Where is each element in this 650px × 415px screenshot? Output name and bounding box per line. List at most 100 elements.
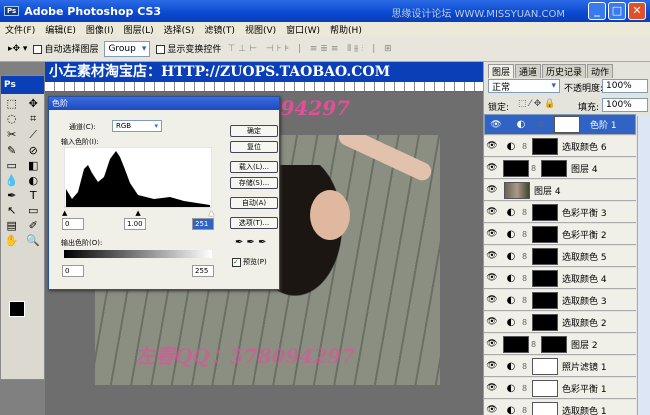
layer-mask-thumbnail	[532, 225, 558, 243]
menu-item[interactable]: 视图(V)	[240, 23, 281, 36]
link-icon: 8	[538, 120, 544, 129]
toolbox: Ps ⬚ ✥ ◌ ⌗ ✂ ⟋ ✎ ⊘ ▭ ◧ 💧 ◐ ✒ T ↖ ▭ ▤ ✐ ✋ 🔍	[0, 75, 45, 380]
layer-mask-thumbnail	[532, 357, 558, 375]
input-black[interactable]: 0	[62, 218, 84, 230]
layer-row[interactable]: 👁 ◐ 8 选取颜色 4	[484, 268, 636, 289]
visibility-eye-icon[interactable]: 👁	[484, 185, 500, 195]
load-button[interactable]: 载入(L)...	[230, 161, 278, 173]
layer-row[interactable]: 👁 ◐ 8 选取颜色 6	[484, 136, 636, 157]
layer-mask-thumbnail	[554, 116, 580, 133]
layer-row[interactable]: 👁 ◐ 8 色彩平衡 1	[484, 378, 636, 399]
menu-item[interactable]: 帮助(H)	[325, 23, 367, 36]
layer-row[interactable]: 👁 ◐ 8 色阶 1	[484, 114, 636, 135]
output-white[interactable]: 255	[192, 265, 214, 277]
visibility-eye-icon[interactable]: 👁	[484, 207, 500, 217]
site-watermark: 思缘设计论坛 WWW.MISSYUAN.COM	[391, 9, 565, 20]
input-gamma[interactable]: 1.00	[124, 218, 146, 230]
layer-row[interactable]: 👁 ◐ 8 色彩平衡 2	[484, 224, 636, 245]
foreground-color[interactable]	[9, 301, 25, 317]
layer-mask-thumbnail	[541, 159, 567, 177]
auto-button[interactable]: 自动(A)	[230, 197, 278, 209]
ok-button[interactable]: 确定	[230, 125, 278, 137]
link-icon: 8	[522, 273, 528, 283]
menu-item[interactable]: 图像(I)	[81, 23, 119, 36]
visibility-eye-icon[interactable]: 👁	[484, 317, 500, 327]
auto-select-checkbox[interactable]: 自动选择图层	[33, 42, 98, 55]
visibility-eye-icon[interactable]: 👁	[484, 229, 500, 239]
menu-item[interactable]: 图层(L)	[119, 23, 159, 36]
link-icon: 8	[531, 339, 537, 349]
layer-row[interactable]: 👁 ◐ 8 选取颜色 3	[484, 290, 636, 311]
visibility-eye-icon[interactable]: 👁	[484, 163, 500, 173]
preview-checkbox[interactable]: ✓ 预览(P)	[232, 257, 267, 267]
layer-row[interactable]: 👁 ◐ 8 选取颜色 2	[484, 312, 636, 333]
visibility-eye-icon[interactable]: 👁	[484, 273, 500, 283]
dialog-title: 色阶	[49, 97, 279, 110]
layer-thumbnail	[503, 159, 529, 177]
layer-row[interactable]: 👁 ◐ 8 选取颜色 1	[484, 400, 636, 415]
input-sliders[interactable]: ▲ ▲ ▲	[62, 209, 214, 217]
visibility-eye-icon[interactable]: 👁	[488, 120, 504, 130]
visibility-eye-icon[interactable]: 👁	[484, 339, 500, 349]
layer-name: 图层 2	[571, 340, 598, 351]
visibility-eye-icon[interactable]: 👁	[484, 295, 500, 305]
opacity-input[interactable]: 100%	[602, 79, 648, 93]
blend-mode-select[interactable]: 正常 ▾	[488, 79, 560, 93]
layer-name: 照片滤镜 1	[562, 362, 607, 373]
move-tool-icon[interactable]: ▸✥ ▾	[8, 44, 27, 54]
visibility-eye-icon[interactable]: 👁	[484, 405, 500, 415]
adjustment-icon: ◐	[506, 272, 516, 284]
panel-tab[interactable]: 图层	[488, 64, 515, 78]
visibility-eye-icon[interactable]: 👁	[484, 251, 500, 261]
eyedropper-icons[interactable]: ✒ ✒ ✒	[235, 237, 267, 248]
reset-button[interactable]: 复位	[230, 141, 278, 153]
channel-select[interactable]: RGB ▾	[112, 120, 162, 132]
layer-row[interactable]: 👁 8 图层 2	[484, 334, 636, 355]
minimize-button[interactable]: _	[588, 2, 606, 20]
lock-icons[interactable]: ⬚ ⁄ ✥ 🔒	[518, 99, 555, 109]
save-button[interactable]: 存储(S)...	[230, 177, 278, 189]
layer-row[interactable]: 👁 图层 4	[484, 180, 636, 201]
output-black[interactable]: 0	[62, 265, 84, 277]
visibility-eye-icon[interactable]: 👁	[484, 383, 500, 393]
layer-row[interactable]: 👁 ◐ 8 照片滤镜 1	[484, 356, 636, 377]
window-title: Adobe Photoshop CS3	[24, 4, 162, 18]
layer-mask-thumbnail	[532, 291, 558, 309]
menu-item[interactable]: 窗口(W)	[281, 23, 325, 36]
menu-item[interactable]: 编辑(E)	[40, 23, 81, 36]
layer-name: 选取颜色 2	[562, 318, 607, 329]
layer-row[interactable]: 👁 8 图层 4	[484, 158, 636, 179]
maximize-button[interactable]: □	[608, 2, 626, 20]
panel-tab[interactable]: 历史记录	[542, 64, 587, 78]
tool-grid[interactable]: ⬚ ✥ ◌ ⌗ ✂ ⟋ ✎ ⊘ ▭ ◧ 💧 ◐ ✒ T ↖ ▭ ▤ ✐ ✋ 🔍	[1, 94, 44, 247]
show-transform-checkbox[interactable]: 显示变换控件	[156, 42, 221, 55]
align-icons[interactable]: ⊤⊥⊢ ⊣⊦⊧ | ≡≣≡ ⫴⫵⫶ | ⊞	[227, 44, 394, 54]
options-button[interactable]: 选项(T)...	[230, 217, 278, 229]
close-button[interactable]: ✕	[628, 2, 646, 20]
output-gradient	[64, 250, 212, 258]
layers-scrollbar[interactable]	[637, 116, 650, 415]
title-bar: Ps Adobe Photoshop CS3 思缘设计论坛 WWW.MISSYU…	[0, 0, 650, 22]
link-icon: 8	[522, 405, 528, 415]
group-select[interactable]: Group ▾	[104, 40, 151, 57]
adjustment-icon: ◐	[506, 360, 516, 372]
layer-thumbnail	[503, 335, 529, 353]
layer-row[interactable]: 👁 ◐ 8 色彩平衡 3	[484, 202, 636, 223]
layer-name: 选取颜色 1	[562, 406, 607, 415]
visibility-eye-icon[interactable]: 👁	[484, 361, 500, 371]
channel-label: 通道(C):	[69, 123, 96, 131]
menu-item[interactable]: 滤镜(T)	[199, 23, 240, 36]
layer-mask-thumbnail	[532, 379, 558, 397]
layer-row[interactable]: 👁 ◐ 8 选取颜色 5	[484, 246, 636, 267]
panel-tab[interactable]: 动作	[587, 64, 614, 78]
menu-item[interactable]: 选择(S)	[159, 23, 200, 36]
panel-tab[interactable]: 通道	[515, 64, 542, 78]
visibility-eye-icon[interactable]: 👁	[484, 141, 500, 151]
adjustment-icon: ◐	[506, 382, 516, 394]
input-white[interactable]: 251	[192, 218, 214, 230]
layer-name: 选取颜色 5	[562, 252, 607, 263]
layer-name: 色彩平衡 2	[562, 230, 607, 241]
panel-tabs: 图层 通道 历史记录 动作	[484, 62, 650, 78]
menu-item[interactable]: 文件(F)	[0, 23, 40, 36]
fill-input[interactable]: 100%	[602, 98, 648, 112]
